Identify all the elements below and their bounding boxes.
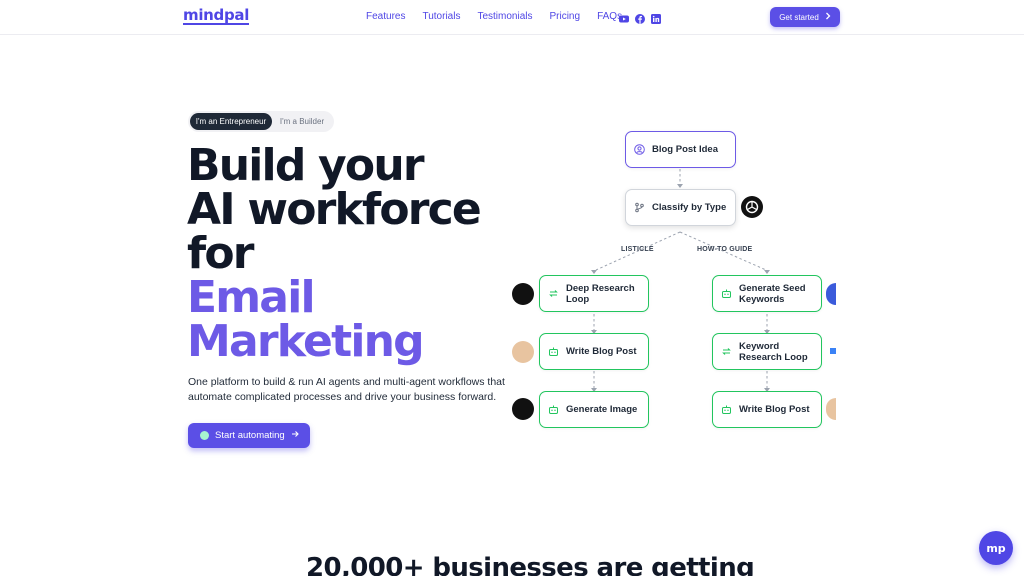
robot-icon: [721, 404, 732, 415]
nav-links: Features Tutorials Testimonials Pricing …: [366, 11, 622, 22]
facebook-icon[interactable]: [635, 11, 645, 24]
get-started-label: Get started: [779, 12, 819, 22]
node-label: Classify by Type: [652, 202, 727, 213]
headline-accent-line: Marketing: [187, 316, 425, 367]
hero-headline: Build your AI workforce for Email Market…: [187, 140, 482, 367]
node-label: Write Blog Post: [739, 404, 810, 415]
headline-accent-line: Email: [187, 272, 316, 323]
openai-logo-icon: [512, 398, 534, 420]
robot-icon: [548, 404, 559, 415]
headline-line: for: [187, 228, 254, 279]
sparkle-icon: [830, 348, 836, 354]
nav-link-features[interactable]: Features: [366, 11, 405, 22]
robot-icon: [548, 346, 559, 357]
nav-link-pricing[interactable]: Pricing: [549, 11, 580, 22]
loop-icon: [721, 346, 732, 357]
robot-icon: [721, 288, 732, 299]
workflow-connectors: [591, 169, 770, 392]
persona-toggle: I'm an Entrepreneur I'm a Builder: [188, 111, 334, 132]
openai-logo-icon: [512, 283, 534, 305]
youtube-icon[interactable]: [619, 11, 629, 23]
anthropic-logo-icon: [512, 341, 534, 363]
user-circle-icon: [634, 144, 645, 155]
node-label: Blog Post Idea: [652, 144, 718, 155]
nav-link-tutorials[interactable]: Tutorials: [422, 11, 460, 22]
git-branch-icon: [634, 202, 645, 213]
anthropic-logo-icon: [826, 398, 836, 420]
node-label: Generate Seed Keywords: [739, 282, 806, 305]
top-navbar: mindpal Features Tutorials Testimonials …: [0, 0, 1024, 35]
linkedin-icon[interactable]: [651, 11, 661, 24]
logo[interactable]: mindpal: [183, 7, 249, 25]
node-classify-by-type[interactable]: Classify by Type: [625, 189, 736, 226]
social-links: [619, 11, 661, 24]
node-write-blog-post[interactable]: Write Blog Post: [539, 333, 649, 370]
branch-label-how-to: HOW-TO GUIDE: [697, 246, 753, 253]
arrow-right-icon: [291, 430, 299, 441]
social-proof-heading: 20,000+ businesses are getting: [306, 553, 755, 576]
node-blog-post-idea[interactable]: Blog Post Idea: [625, 131, 736, 168]
loop-icon: [548, 288, 559, 299]
node-label: Generate Image: [566, 404, 638, 415]
node-keyword-research-loop[interactable]: Keyword Research Loop: [712, 333, 822, 370]
toggle-builder[interactable]: I'm a Builder: [272, 113, 332, 130]
chevron-right-icon: [825, 12, 831, 22]
start-automating-button[interactable]: Start automating: [188, 423, 310, 448]
node-generate-image[interactable]: Generate Image: [539, 391, 649, 428]
gemini-logo-icon: [826, 283, 836, 305]
node-write-blog-post-2[interactable]: Write Blog Post: [712, 391, 822, 428]
toggle-entrepreneur[interactable]: I'm an Entrepreneur: [190, 113, 272, 130]
node-label: Write Blog Post: [566, 346, 637, 357]
get-started-button[interactable]: Get started: [770, 7, 840, 27]
node-label: Keyword Research Loop: [739, 340, 808, 363]
nav-link-testimonials[interactable]: Testimonials: [477, 11, 532, 22]
node-generate-seed-keywords[interactable]: Generate Seed Keywords: [712, 275, 822, 312]
status-dot-icon: [200, 431, 209, 440]
hero-subtext: One platform to build & run AI agents an…: [188, 376, 505, 403]
headline-line: AI workforce: [187, 184, 482, 235]
node-deep-research-loop[interactable]: Deep Research Loop: [539, 275, 649, 312]
openai-logo-icon: [741, 196, 763, 218]
headline-line: Build your: [187, 140, 425, 191]
start-automating-label: Start automating: [215, 430, 285, 441]
node-label: Deep Research Loop: [566, 282, 635, 305]
branch-label-listicle: LISTICLE: [621, 246, 654, 253]
chat-launcher-button[interactable]: mp: [979, 531, 1013, 565]
